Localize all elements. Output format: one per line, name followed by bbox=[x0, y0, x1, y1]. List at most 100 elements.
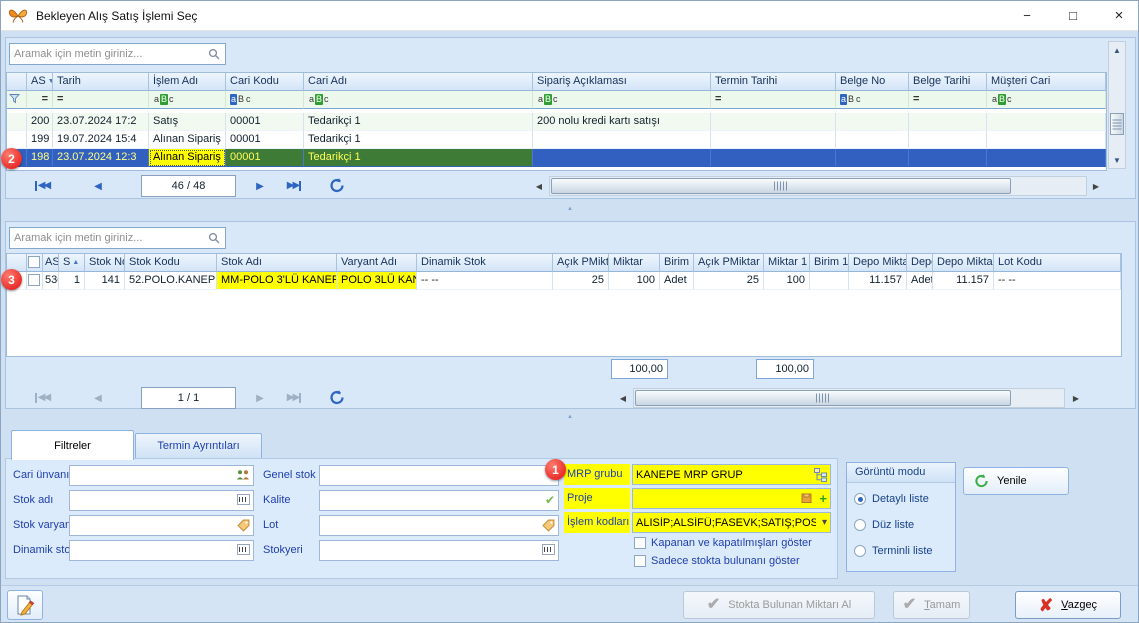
stok-adi-input[interactable] bbox=[70, 491, 253, 510]
pager2-first-button[interactable]: ◀◀ bbox=[29, 389, 55, 407]
filter-cell-islem-adi[interactable]: aBc bbox=[149, 91, 226, 109]
pager1-first-button[interactable]: ◀◀ bbox=[29, 177, 55, 195]
pager1-next-button[interactable]: ▶ bbox=[247, 177, 273, 195]
filter-cell-cari-adi[interactable]: aBc bbox=[304, 91, 533, 109]
order-row-199[interactable]: 199 19.07.2024 15:4 Alınan Sipariş 00001… bbox=[7, 131, 1106, 149]
check-icon[interactable]: ✔ bbox=[545, 494, 555, 507]
column-header-cari-adi[interactable]: Cari Adı bbox=[304, 73, 533, 91]
pager2-page-indicator[interactable]: 1 / 1 bbox=[141, 387, 236, 409]
pager2-prev-button[interactable]: ◀ bbox=[85, 389, 111, 407]
edit-note-button[interactable] bbox=[7, 590, 43, 620]
pager1-refresh-button[interactable] bbox=[329, 178, 345, 196]
column-header-depo[interactable]: Depo bbox=[907, 254, 933, 272]
column-header-miktar-1[interactable]: Miktar 1 bbox=[764, 254, 810, 272]
barcode-icon[interactable] bbox=[237, 494, 250, 505]
add-icon[interactable]: + bbox=[819, 492, 827, 505]
maximize-button[interactable]: □ bbox=[1055, 1, 1091, 30]
stokyeri-input[interactable] bbox=[320, 541, 558, 560]
tag-icon[interactable] bbox=[237, 519, 250, 536]
radio-button[interactable] bbox=[854, 545, 866, 557]
tab-termin-ayrintilari[interactable]: Termin Ayrıntıları bbox=[135, 433, 262, 459]
horizontal-scroll-thumb[interactable] bbox=[635, 390, 1011, 406]
minimize-button[interactable]: − bbox=[1009, 1, 1045, 30]
checkbox-kapanan[interactable]: Kapanan ve kapatılmışları göster bbox=[634, 537, 812, 549]
column-header-lot-kodu[interactable]: Lot Kodu bbox=[994, 254, 1121, 272]
column-header-siparis-aciklamasi[interactable]: Sipariş Açıklaması bbox=[533, 73, 711, 91]
column-header-dinamik-stok[interactable]: Dinamik Stok bbox=[417, 254, 553, 272]
column-header-depo-miktar-1[interactable]: Depo Miktar 1 bbox=[933, 254, 994, 272]
column-header-cari-kodu[interactable]: Cari Kodu bbox=[226, 73, 304, 91]
column-header-birim-1[interactable]: Birim 1 bbox=[810, 254, 849, 272]
column-header-acik-pmiktar-1[interactable]: Açık PMiktar 1 bbox=[694, 254, 764, 272]
column-header-miktar[interactable]: Miktar bbox=[609, 254, 660, 272]
radio-button[interactable] bbox=[854, 519, 866, 531]
column-header-as[interactable]: AS▼ bbox=[27, 73, 53, 91]
vazgec-button[interactable]: ✘ Vazgeç bbox=[1015, 591, 1121, 619]
radio-detayli-liste[interactable]: Detaylı liste bbox=[854, 493, 929, 505]
column-header-asd[interactable]: ASD bbox=[43, 254, 59, 272]
column-header-belge-tarihi[interactable]: Belge Tarihi bbox=[909, 73, 987, 91]
chevron-down-icon[interactable]: ▾ bbox=[822, 516, 827, 529]
radio-terminli-liste[interactable]: Terminli liste bbox=[854, 545, 933, 557]
column-header-depo-miktar[interactable]: Depo Miktar bbox=[849, 254, 907, 272]
select-all-checkbox[interactable] bbox=[28, 256, 40, 268]
column-header-termin-tarihi[interactable]: Termin Tarihi bbox=[711, 73, 836, 91]
stock-search-input[interactable] bbox=[10, 229, 208, 247]
stock-row-530[interactable]: 530 1 141 52.POLO.KANEPE MM-POLO 3'LÜ KA… bbox=[7, 272, 1121, 290]
close-button[interactable]: × bbox=[1101, 1, 1137, 30]
column-header-varyant-adi[interactable]: Varyant Adı bbox=[337, 254, 417, 272]
checkbox-box[interactable] bbox=[634, 555, 646, 567]
column-header-acik-pmiktar[interactable]: Açık PMiktar bbox=[553, 254, 609, 272]
splitter-collapse-button[interactable]: ▲ bbox=[557, 205, 583, 213]
order-row-200[interactable]: 200 23.07.2024 17:2 Satış 00001 Tedarikç… bbox=[7, 113, 1106, 131]
splitter-collapse-button[interactable]: ▲ bbox=[557, 413, 583, 421]
radio-button-selected[interactable] bbox=[854, 493, 866, 505]
filter-cell-siparis[interactable]: aBc bbox=[533, 91, 711, 109]
scroll-up-button[interactable]: ▲ bbox=[1108, 42, 1126, 58]
order-row-198-selected[interactable]: 198 23.07.2024 12:3 Alınan Sipariş 00001… bbox=[7, 149, 1106, 167]
orders-search-input[interactable] bbox=[10, 45, 208, 63]
tree-hierarchy-icon[interactable] bbox=[814, 468, 827, 486]
vertical-scroll-thumb[interactable] bbox=[1110, 113, 1124, 135]
project-box-icon[interactable] bbox=[801, 492, 812, 508]
filter-cell-termin[interactable]: = bbox=[711, 91, 836, 109]
column-header-tarih[interactable]: Tarih bbox=[53, 73, 149, 91]
orders-horizontal-scrollbar[interactable] bbox=[549, 176, 1087, 196]
tag-icon[interactable] bbox=[542, 519, 555, 536]
radio-duz-liste[interactable]: Düz liste bbox=[854, 519, 914, 531]
column-header-islem-adi[interactable]: İşlem Adı bbox=[149, 73, 226, 91]
genel-stok-input[interactable] bbox=[320, 466, 558, 485]
filter-cell-belge-tarihi[interactable]: = bbox=[909, 91, 987, 109]
mrp-grubu-input[interactable] bbox=[633, 465, 830, 484]
pager2-next-button[interactable]: ▶ bbox=[247, 389, 273, 407]
scroll-right-button[interactable]: ▶ bbox=[1089, 177, 1103, 195]
column-header-birim[interactable]: Birim bbox=[660, 254, 694, 272]
stokta-bulunan-button[interactable]: ✔ Stokta Bulunan Miktarı Al bbox=[683, 591, 875, 619]
filter-cell-musteri[interactable]: aBc bbox=[987, 91, 1106, 109]
scroll-right-button[interactable]: ▶ bbox=[1069, 389, 1083, 407]
tamam-button[interactable]: ✔ Tamam bbox=[893, 591, 970, 619]
filter-cell-as[interactable]: = bbox=[27, 91, 53, 109]
stok-varyanti-input[interactable] bbox=[70, 516, 253, 535]
row-checkbox[interactable] bbox=[28, 274, 40, 286]
column-header-stok-adi[interactable]: Stok Adı bbox=[217, 254, 337, 272]
kalite-input[interactable] bbox=[320, 491, 558, 510]
tab-filtreler[interactable]: Filtreler bbox=[11, 430, 134, 460]
column-header-s[interactable]: S▲ bbox=[59, 254, 85, 272]
checkbox-sadece-stokta[interactable]: Sadece stokta bulunanı göster bbox=[634, 555, 800, 567]
horizontal-scroll-thumb[interactable] bbox=[551, 178, 1011, 194]
filter-cell-tarih[interactable]: = bbox=[53, 91, 149, 109]
lot-input[interactable] bbox=[320, 516, 558, 535]
column-header-stok-no[interactable]: Stok No bbox=[85, 254, 125, 272]
yenile-button[interactable]: Yenile bbox=[963, 467, 1069, 495]
column-header-stok-kodu[interactable]: Stok Kodu bbox=[125, 254, 217, 272]
people-icon[interactable] bbox=[236, 469, 250, 485]
dinamik-stok-input[interactable] bbox=[70, 541, 253, 560]
scroll-down-button[interactable]: ▼ bbox=[1108, 152, 1126, 168]
barcode-icon[interactable] bbox=[237, 544, 250, 555]
pager1-prev-button[interactable]: ◀ bbox=[85, 177, 111, 195]
scroll-left-button[interactable]: ◀ bbox=[532, 177, 546, 195]
pager1-last-button[interactable]: ▶▶ bbox=[281, 177, 307, 195]
pager2-refresh-button[interactable] bbox=[329, 390, 345, 408]
stock-horizontal-scrollbar[interactable] bbox=[633, 388, 1065, 408]
